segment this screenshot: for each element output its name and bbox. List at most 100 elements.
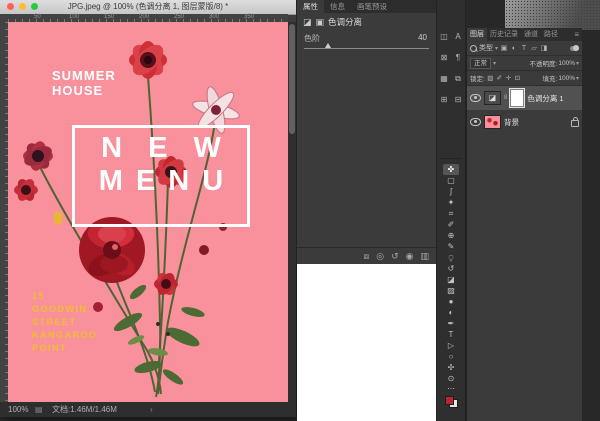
- document-window: JPG.jpeg @ 100% (色调分离 1, 图层蒙版/8) * 50 10…: [0, 0, 296, 417]
- magic-wand-tool[interactable]: ✦: [443, 197, 459, 208]
- filter-toggle[interactable]: [570, 45, 579, 51]
- canvas[interactable]: SUMMER HOUSE NEW MENU 15 GOODWIN STREET …: [8, 22, 288, 402]
- pattern-panel-icon[interactable]: ▦: [440, 74, 448, 83]
- opacity-value-field[interactable]: 100%: [558, 60, 575, 67]
- layer-mask-thumbnail[interactable]: [510, 89, 525, 107]
- dock-separator: [440, 158, 462, 159]
- visibility-eye-icon[interactable]: [470, 94, 481, 102]
- path-select-tool[interactable]: ▷: [443, 340, 459, 351]
- visibility-eye-icon[interactable]: [470, 118, 481, 126]
- eraser-tool[interactable]: ◪: [443, 274, 459, 285]
- brush-tool[interactable]: ✎: [443, 241, 459, 252]
- dodge-tool[interactable]: ◐: [443, 307, 459, 318]
- view-previous-state-icon[interactable]: ◎: [376, 251, 384, 262]
- ruler-number: 350: [244, 14, 255, 20]
- status-menu-arrow-icon[interactable]: ›: [150, 402, 153, 417]
- tab-paths[interactable]: 路径: [541, 28, 561, 41]
- chevron-down-icon[interactable]: ▾: [493, 60, 496, 67]
- histogram-panel-icon[interactable]: ⊟: [455, 95, 462, 104]
- filter-shape-layers-icon[interactable]: ▱: [530, 44, 538, 52]
- gradient-tool[interactable]: ▨: [443, 285, 459, 296]
- clip-to-layer-icon[interactable]: ⧈: [363, 251, 369, 262]
- info-panel-icon[interactable]: ⊞: [441, 95, 448, 104]
- layer-name[interactable]: 色调分离 1: [527, 93, 563, 104]
- chevron-down-icon[interactable]: ▾: [576, 75, 579, 82]
- filter-type-label[interactable]: 类型: [479, 43, 493, 53]
- chevron-down-icon[interactable]: ▾: [576, 60, 579, 67]
- filter-smart-objects-icon[interactable]: ◨: [540, 44, 548, 52]
- close-button[interactable]: [7, 3, 14, 10]
- layer-lock-icon: [571, 116, 579, 127]
- document-titlebar[interactable]: JPG.jpeg @ 100% (色调分离 1, 图层蒙版/8) *: [0, 0, 296, 15]
- posterize-icon: ◪: [303, 16, 312, 27]
- filter-type-layers-icon[interactable]: T: [520, 45, 528, 52]
- minimize-button[interactable]: [19, 3, 26, 10]
- levels-slider-track[interactable]: [304, 48, 429, 49]
- document-title: JPG.jpeg @ 100% (色调分离 1, 图层蒙版/8) *: [67, 2, 229, 11]
- maximize-button[interactable]: [31, 3, 38, 10]
- lock-pixels-icon[interactable]: ✐: [496, 74, 503, 82]
- type-tool[interactable]: T: [443, 329, 459, 340]
- crop-tool[interactable]: ⌗: [443, 208, 459, 219]
- panel-dock: ◫ A ⊠ ¶ ▦ ⧉ ⊞ ⊟ ✜ ▢ ʃ ✦ ⌗ ✐ ⊕ ✎ ⍜ ↺ ◪ ▨ …: [436, 0, 466, 421]
- toolbar-overflow-icon[interactable]: ⋯: [447, 384, 455, 394]
- tab-properties[interactable]: 属性: [297, 0, 324, 13]
- levels-value-field[interactable]: 40: [418, 33, 427, 42]
- delete-icon[interactable]: ▥: [420, 251, 429, 262]
- move-tool[interactable]: ✜: [443, 164, 459, 175]
- hand-tool[interactable]: ✣: [443, 362, 459, 373]
- foreground-color-swatch[interactable]: [444, 396, 454, 405]
- tab-channels[interactable]: 通道: [521, 28, 541, 41]
- marquee-tool[interactable]: ▢: [443, 175, 459, 186]
- styles-panel-icon[interactable]: ⊠: [441, 53, 448, 62]
- opacity-label: 不透明度:: [529, 61, 558, 68]
- vertical-scrollbar[interactable]: [288, 22, 296, 402]
- mask-link-icon[interactable]: 8: [504, 95, 507, 101]
- clone-stamp-tool[interactable]: ⍜: [443, 252, 459, 263]
- filter-adjustment-layers-icon[interactable]: ◐: [510, 45, 518, 52]
- poster-word-menu: MENU: [98, 165, 237, 197]
- eyedropper-tool[interactable]: ✐: [443, 219, 459, 230]
- chevron-down-icon[interactable]: ▾: [495, 45, 498, 52]
- tab-layers[interactable]: 图层: [467, 28, 487, 41]
- zoom-tool[interactable]: ⊙: [443, 373, 459, 384]
- paragraph-panel-icon[interactable]: ¶: [456, 53, 460, 62]
- shape-tool[interactable]: ○: [443, 351, 459, 362]
- scrollbar-thumb[interactable]: [289, 24, 295, 134]
- layer-row-posterize[interactable]: ◪ 8 色调分离 1: [467, 86, 582, 110]
- layer-name[interactable]: 背景: [504, 117, 519, 128]
- adjustment-layer-thumbnail[interactable]: ◪: [484, 91, 501, 105]
- tab-info[interactable]: 信息: [324, 0, 351, 13]
- tab-brush-presets[interactable]: 画笔预设: [351, 0, 393, 13]
- pen-tool[interactable]: ✒: [443, 318, 459, 329]
- blur-tool[interactable]: ●: [443, 296, 459, 307]
- zoom-level-field[interactable]: 100%: [8, 402, 28, 417]
- levels-slider-thumb[interactable]: [325, 43, 331, 48]
- lock-artboard-icon[interactable]: ⊡: [514, 74, 521, 82]
- history-brush-tool[interactable]: ↺: [443, 263, 459, 274]
- tab-history[interactable]: 历史记录: [487, 28, 521, 41]
- collapsed-panel-icons: ◫ A ⊠ ¶ ▦ ⧉ ⊞ ⊟: [437, 32, 465, 104]
- lock-position-icon[interactable]: ✛: [505, 74, 512, 82]
- lasso-tool[interactable]: ʃ: [443, 186, 459, 197]
- reset-icon[interactable]: ↺: [391, 251, 399, 262]
- layer-row-background[interactable]: 背景: [467, 110, 582, 134]
- properties-footer: ⧈ ◎ ↺ ◉ ▥: [297, 247, 436, 264]
- layer-mask-icon: ▣: [315, 16, 325, 27]
- healing-brush-tool[interactable]: ⊕: [443, 230, 459, 241]
- visibility-icon[interactable]: ◉: [406, 251, 414, 262]
- lock-transparency-icon[interactable]: ▨: [487, 74, 494, 82]
- adjustments-panel-icon[interactable]: ◫: [440, 32, 448, 41]
- libraries-panel-icon[interactable]: ⧉: [455, 74, 461, 83]
- filter-pixel-layers-icon[interactable]: ▣: [500, 44, 508, 52]
- poster-title-line2: HOUSE: [52, 83, 104, 98]
- glyphs-panel-icon[interactable]: A: [455, 32, 460, 41]
- color-swatches[interactable]: [444, 396, 458, 408]
- address-line: 15: [32, 291, 46, 301]
- ruler-number: 50: [34, 14, 41, 20]
- panel-menu-icon[interactable]: ≡: [574, 28, 579, 41]
- blend-mode-select[interactable]: 正常: [470, 57, 491, 69]
- blend-mode-row: 正常 ▾ 不透明度: 100% ▾: [467, 56, 582, 71]
- background-layer-thumbnail[interactable]: [484, 115, 501, 129]
- fill-value-field[interactable]: 100%: [558, 75, 575, 82]
